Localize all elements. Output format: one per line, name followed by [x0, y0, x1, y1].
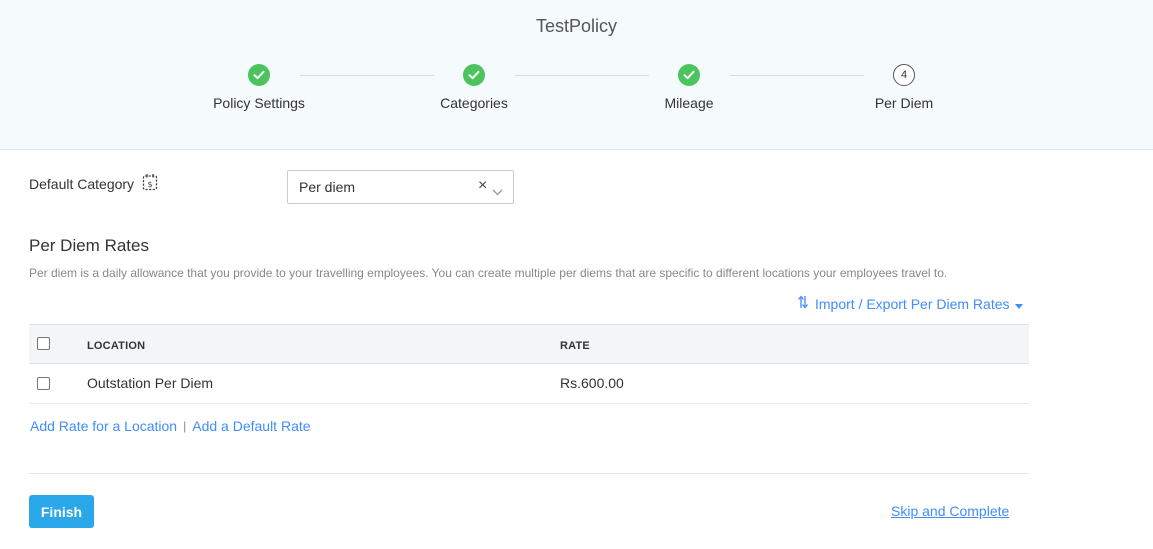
select-all-checkbox[interactable] [37, 337, 50, 350]
wizard-header: TestPolicy Policy Settings Categories Mi… [0, 0, 1153, 150]
column-header-rate: RATE [560, 340, 590, 352]
step-per-diem[interactable]: 4 Per Diem [824, 64, 984, 111]
select-value: Per diem [299, 179, 356, 195]
import-export-link[interactable]: Import / Export Per Diem Rates [797, 294, 1023, 313]
chevron-down-icon[interactable] [492, 183, 503, 201]
calendar-dollar-icon: $ [142, 173, 158, 194]
section-description: Per diem is a daily allowance that you p… [29, 266, 948, 280]
per-diem-table: LOCATION RATE Outstation Per Diem Rs.600… [29, 324, 1029, 404]
import-export-label: Import / Export Per Diem Rates [815, 295, 1010, 312]
step-mileage[interactable]: Mileage [609, 64, 769, 111]
location-cell: Outstation Per Diem [87, 375, 214, 391]
add-rate-location-link[interactable]: Add Rate for a Location [30, 418, 177, 434]
link-separator: | [183, 419, 187, 433]
table-header: LOCATION RATE [29, 324, 1029, 364]
import-export-icon [797, 294, 809, 313]
section-title: Per Diem Rates [29, 236, 149, 255]
rate-cell: Rs.600.00 [560, 375, 624, 391]
table-row[interactable]: Outstation Per Diem Rs.600.00 [29, 364, 1029, 404]
check-icon [678, 64, 700, 86]
add-rate-links: Add Rate for a Location | Add a Default … [30, 418, 311, 434]
caret-down-icon [1014, 296, 1023, 312]
row-checkbox[interactable] [37, 377, 50, 390]
step-categories[interactable]: Categories [394, 64, 554, 111]
column-header-location: LOCATION [87, 340, 146, 352]
divider [29, 473, 1029, 474]
skip-and-complete-link[interactable]: Skip and Complete [891, 503, 1009, 519]
check-icon [463, 64, 485, 86]
step-label: Categories [440, 95, 508, 111]
svg-text:$: $ [148, 180, 153, 189]
finish-button[interactable]: Finish [29, 495, 94, 528]
step-label: Mileage [664, 95, 714, 111]
step-label: Per Diem [874, 95, 934, 111]
default-category-label-text: Default Category [29, 175, 135, 192]
step-number: 4 [893, 64, 915, 86]
default-category-label: Default Category $ [29, 173, 158, 194]
step-policy-settings[interactable]: Policy Settings [179, 64, 339, 111]
clear-icon[interactable]: × [478, 177, 487, 195]
default-category-select[interactable]: Per diem × [287, 170, 514, 204]
step-label: Policy Settings [213, 95, 305, 111]
check-icon [248, 64, 270, 86]
add-default-rate-link[interactable]: Add a Default Rate [192, 418, 310, 434]
policy-title: TestPolicy [535, 16, 618, 36]
